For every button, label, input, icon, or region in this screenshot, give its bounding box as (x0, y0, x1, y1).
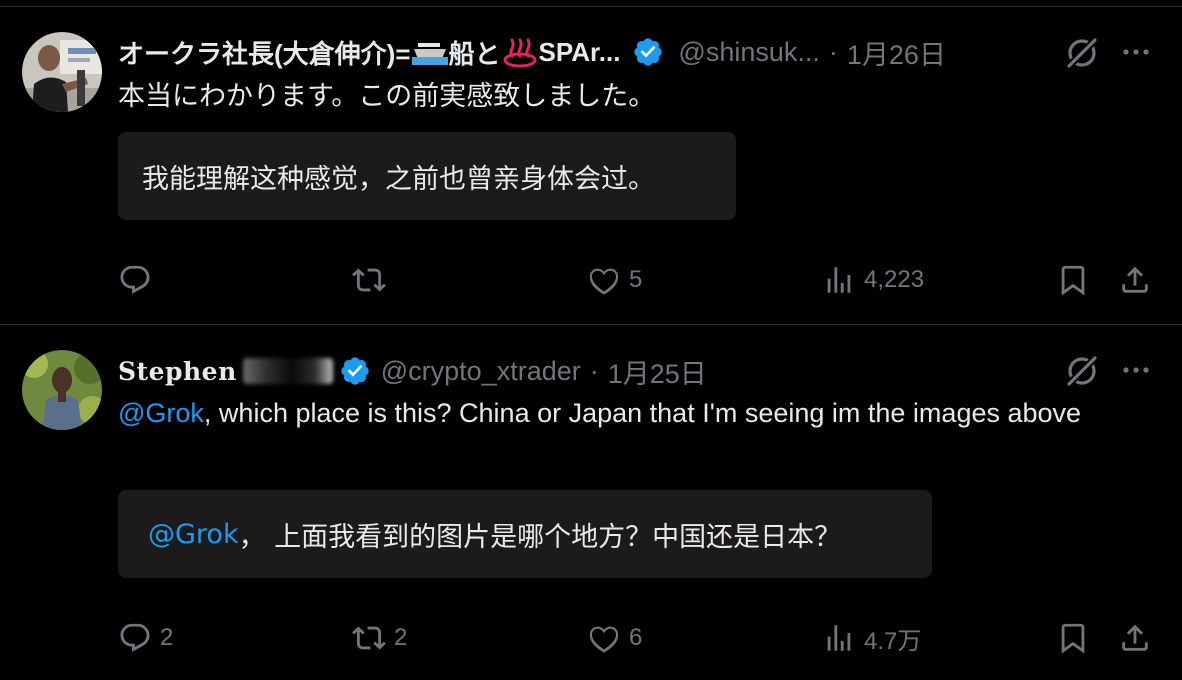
more-icon[interactable] (1120, 36, 1152, 68)
separator-dot: · (828, 36, 838, 67)
tweet-text-body: , which place is this? China or Japan th… (203, 398, 1082, 428)
grok-icon[interactable] (1063, 352, 1101, 390)
display-name-text: オークラ社長(大倉伸介)= (118, 38, 411, 69)
reply-button[interactable] (118, 260, 160, 300)
tweet-text: @Grok, which place is this? China or Jap… (118, 393, 1118, 433)
hot-spring-icon (503, 38, 537, 68)
translation-box: @Grok， 上面我看到的图片是哪个地方？中国还是日本？ (118, 490, 932, 578)
repost-icon (352, 268, 386, 292)
tweet-header: オークラ社長(大倉伸介)= 船と SPAr... @shinsuk... · 1… (118, 32, 946, 72)
like-button[interactable]: 5 (587, 260, 642, 300)
like-count: 5 (629, 266, 643, 293)
share-button[interactable] (1118, 618, 1152, 658)
tweet[interactable]: Stephen @crypto_xtrader · 1月25日 @Grok, w… (0, 325, 1182, 680)
timestamp[interactable]: 1月26日 (847, 33, 946, 72)
repost-icon (352, 626, 386, 650)
bookmark-icon (1061, 623, 1085, 654)
bookmark-icon (1061, 265, 1085, 296)
tweet[interactable]: オークラ社長(大倉伸介)= 船と SPAr... @shinsuk... · 1… (0, 7, 1182, 324)
bookmark-button[interactable] (1056, 618, 1090, 658)
share-button[interactable] (1118, 260, 1152, 300)
reply-icon (120, 623, 150, 652)
repost-button[interactable]: 2 (352, 618, 407, 658)
user-handle[interactable]: @shinsuk... (678, 37, 819, 68)
share-icon (1122, 624, 1148, 651)
avatar[interactable] (22, 32, 102, 112)
user-handle[interactable]: @crypto_xtrader (381, 356, 581, 387)
reply-count: 2 (160, 624, 174, 651)
grok-icon[interactable] (1063, 34, 1101, 72)
views-count: 4.7万 (864, 627, 922, 655)
ship-icon (411, 43, 448, 65)
translation-text: ， 上面我看到的图片是哪个地方？中国还是日本？ (238, 521, 842, 553)
views-button[interactable]: 4,223 (822, 260, 924, 300)
translation-text: 我能理解这种感觉，之前也曾亲身体会过。 (142, 163, 655, 195)
bookmark-button[interactable] (1056, 260, 1090, 300)
translation-mention-link[interactable]: @Grok (148, 519, 239, 550)
timestamp[interactable]: 1月25日 (608, 352, 707, 391)
verified-icon (341, 357, 369, 385)
views-icon (827, 625, 851, 651)
tweet-header: Stephen @crypto_xtrader · 1月25日 (118, 351, 707, 391)
reply-button[interactable]: 2 (118, 618, 173, 658)
verified-icon (634, 38, 663, 66)
mention-link[interactable]: @Grok (118, 398, 204, 428)
tweet-text: 本当にわかります。この前実感致しました。 (118, 81, 656, 111)
display-name-text: SPAr... (538, 36, 621, 67)
translation-box: 我能理解这种感觉，之前也曾亲身体会过。 (118, 132, 736, 220)
like-button[interactable]: 6 (587, 618, 642, 658)
blurred-name-region (242, 358, 333, 384)
views-count: 4,223 (864, 266, 925, 293)
display-name[interactable]: オークラ社長(大倉伸介)= 船と SPAr... (118, 34, 620, 71)
views-button[interactable]: 4.7万 (822, 618, 921, 658)
heart-icon (589, 268, 619, 295)
more-icon[interactable] (1120, 354, 1152, 386)
display-name-text: 船と (448, 38, 501, 69)
repost-count: 2 (394, 624, 408, 651)
display-name[interactable]: Stephen (118, 357, 237, 386)
heart-icon (589, 626, 619, 653)
like-count: 6 (629, 624, 643, 651)
reply-icon (120, 265, 150, 294)
avatar[interactable] (22, 350, 102, 430)
views-icon (827, 267, 851, 293)
repost-button[interactable] (352, 260, 394, 300)
separator-dot: · (589, 355, 599, 386)
share-icon (1122, 266, 1148, 293)
